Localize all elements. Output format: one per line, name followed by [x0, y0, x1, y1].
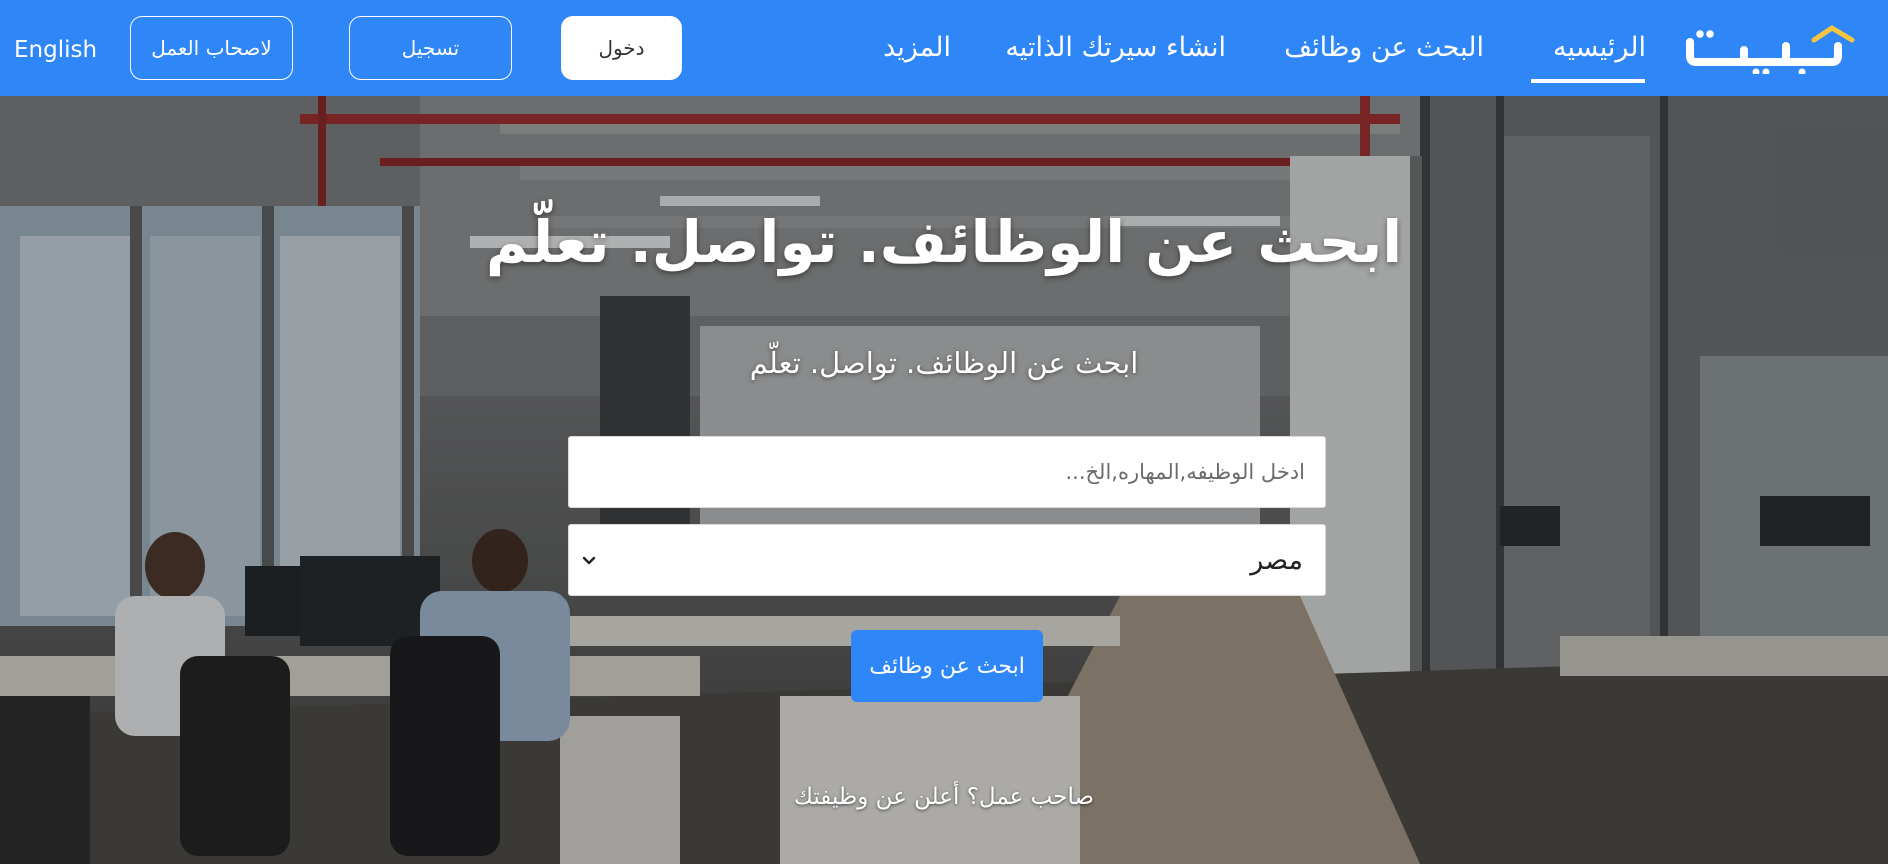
hero-section: ابحث عن الوظائف. تواصل. تعلّم ابحث عن ال… — [0, 96, 1888, 864]
hero-headline: ابحث عن الوظائف. تواصل. تعلّم — [485, 208, 1403, 276]
top-navbar: الرئيسيه البحث عن وظائف انشاء سيرتك الذا… — [0, 0, 1888, 96]
bayt-logo-icon — [1686, 25, 1855, 74]
language-switch[interactable]: English — [14, 30, 97, 70]
brand-logo[interactable] — [1682, 22, 1858, 74]
nav-find-jobs[interactable]: البحث عن وظائف — [1284, 28, 1484, 68]
search-jobs-button[interactable]: ابحث عن وظائف — [851, 630, 1043, 702]
chevron-down-icon — [582, 556, 596, 565]
country-select[interactable]: مصر — [568, 524, 1326, 596]
nav-home[interactable]: الرئيسيه — [1553, 28, 1646, 68]
register-button[interactable]: تسجيل — [349, 16, 512, 80]
nav-more[interactable]: المزيد — [883, 28, 951, 68]
nav-home-active-indicator — [1531, 79, 1645, 83]
employers-button[interactable]: لاصحاب العمل — [130, 16, 293, 80]
login-button[interactable]: دخول — [561, 16, 682, 80]
hero-subheadline: ابحث عن الوظائف. تواصل. تعلّم — [749, 346, 1139, 380]
job-search-input[interactable] — [568, 436, 1326, 508]
nav-create-cv[interactable]: انشاء سيرتك الذاتيه — [1005, 28, 1226, 68]
country-select-value: مصر — [1250, 545, 1303, 576]
post-job-link[interactable]: صاحب عمل؟ أعلن عن وظيفتك — [0, 784, 1888, 810]
